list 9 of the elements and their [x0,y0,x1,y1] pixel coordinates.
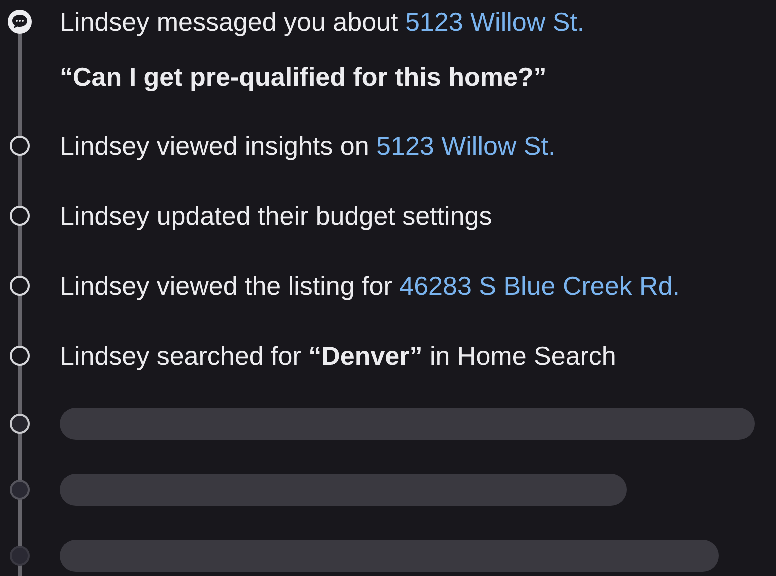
activity-text: Lindsey messaged you about 5123 Willow St. [60,6,586,38]
address-link[interactable]: 46283 S Blue Creek Rd. [400,270,680,300]
message-quote: “Can I get pre-qualified for this home?” [60,61,548,93]
address-link[interactable]: 5123 Willow St. [405,6,585,36]
activity-text: Lindsey viewed insights on 5123 Willow St. [60,130,557,162]
address-link[interactable]: 5123 Willow St. [376,130,556,160]
activity-text: Lindsey viewed the listing for 46283 S Blue Creek Rd. [60,270,682,302]
activity-text: Lindsey updated their budget settings [60,200,494,232]
activity-text: Lindsey searched for “Denver” in Home Search [60,340,618,372]
